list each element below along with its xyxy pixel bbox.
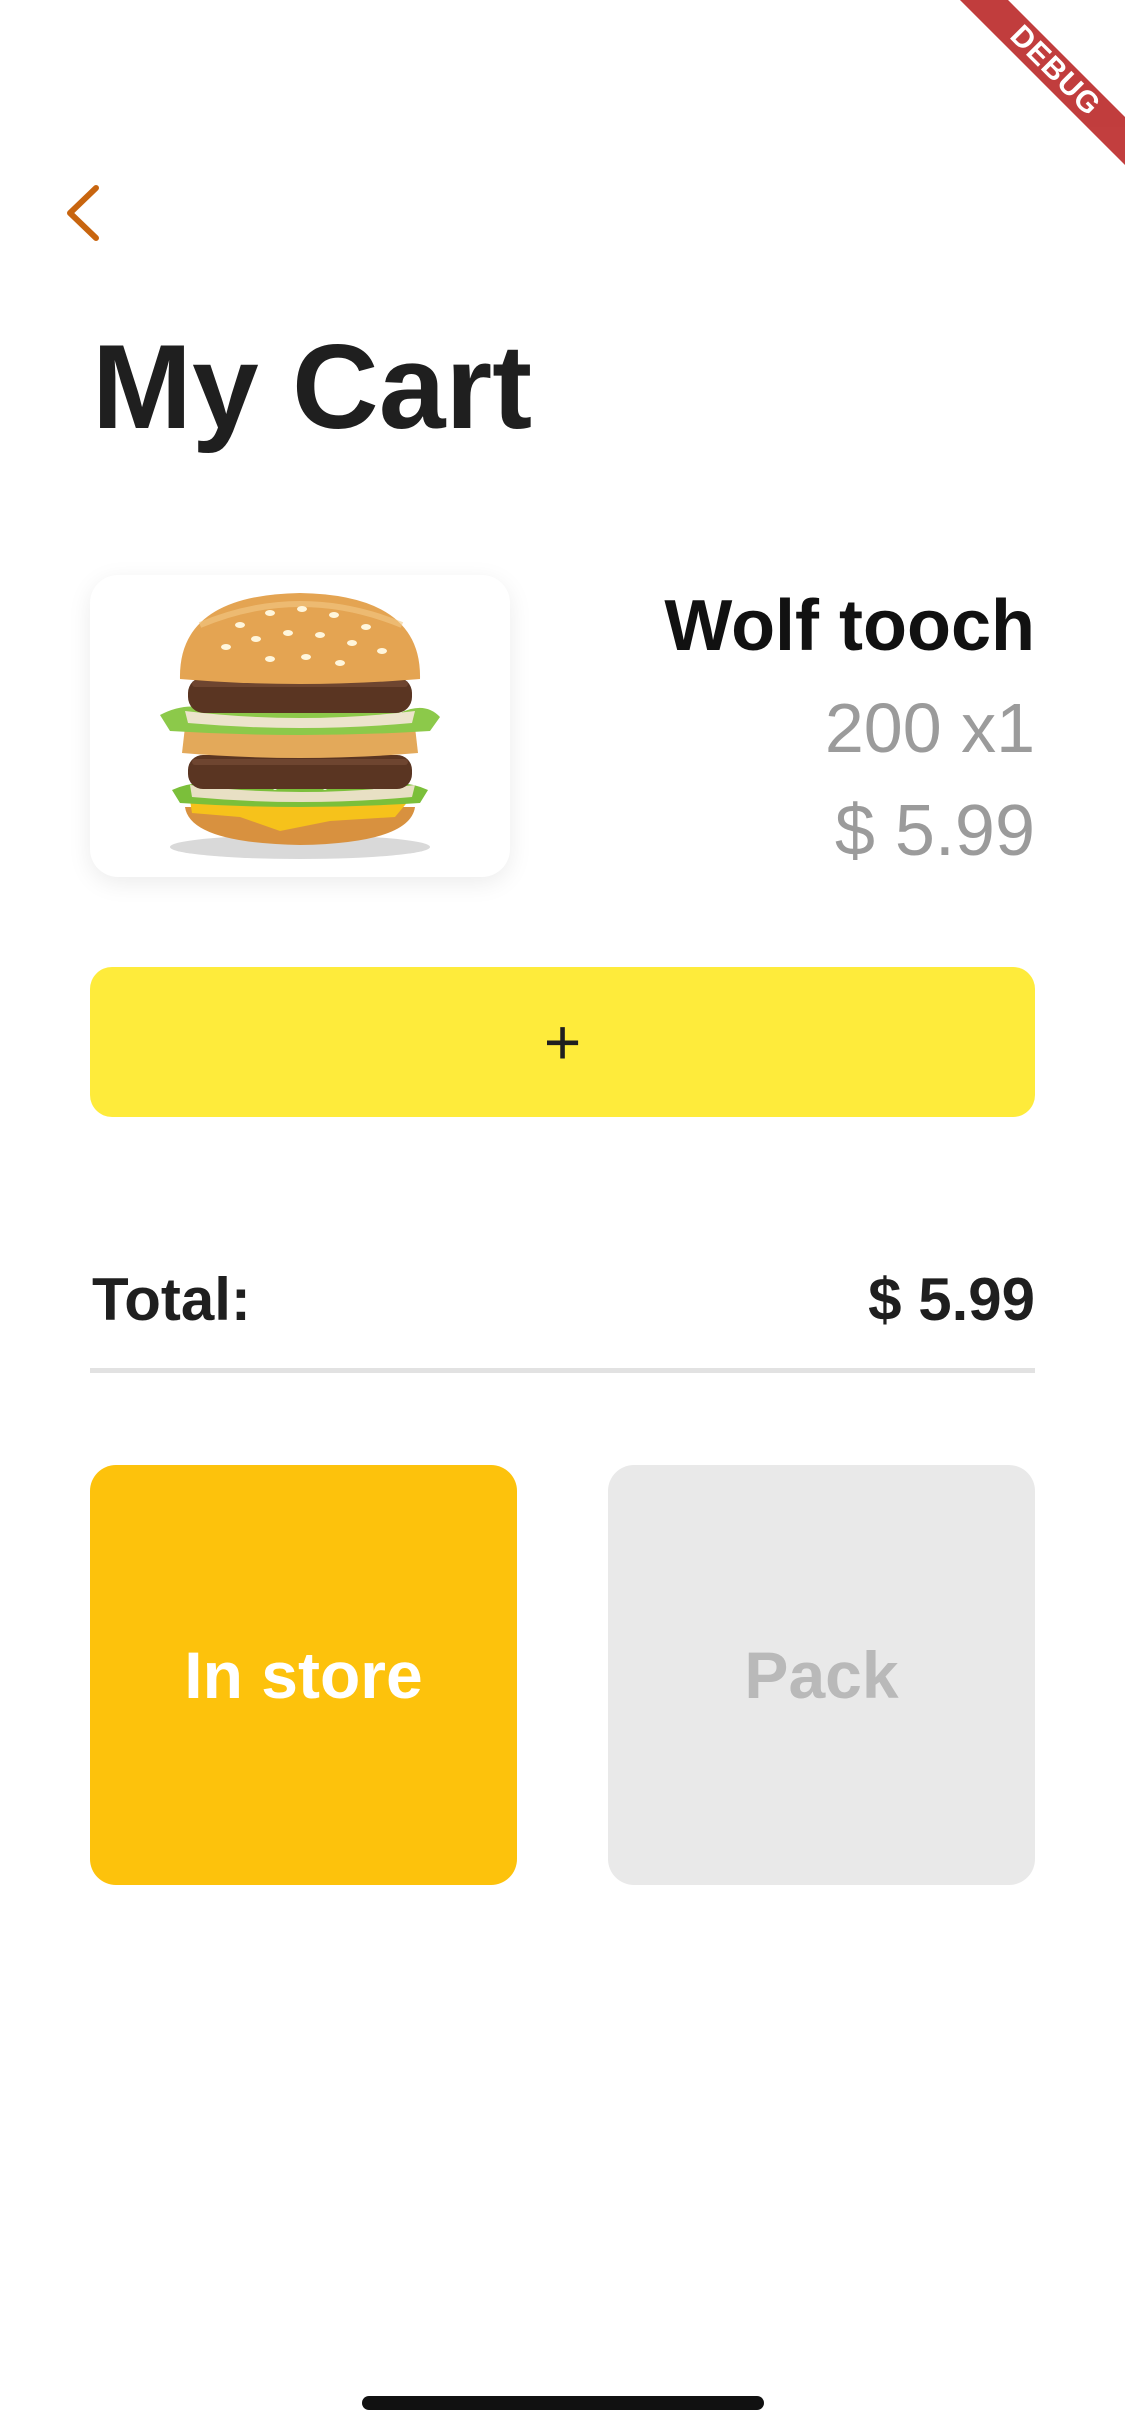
- debug-banner: DEBUG: [925, 0, 1125, 200]
- divider: [90, 1368, 1035, 1373]
- chevron-left-icon: [67, 185, 99, 241]
- cart-item-price: $ 5.99: [834, 791, 1035, 871]
- debug-ribbon-label: DEBUG: [951, 0, 1125, 175]
- home-indicator: [362, 2396, 764, 2410]
- burger-image: [160, 593, 440, 859]
- pack-option-button[interactable]: Pack: [608, 1465, 1035, 1885]
- cart-item-name: Wolf tooch: [664, 586, 1035, 666]
- add-item-button[interactable]: +: [90, 967, 1035, 1117]
- cart-item-quantity: 200 x1: [824, 689, 1035, 767]
- plus-icon: +: [543, 1006, 582, 1078]
- cart-item-image-card: [90, 575, 510, 877]
- back-button[interactable]: [52, 180, 118, 246]
- page-title: My Cart: [92, 320, 533, 454]
- total-label: Total:: [92, 1266, 251, 1333]
- in-store-option-button[interactable]: In store: [90, 1465, 517, 1885]
- total-value: $ 5.99: [868, 1266, 1035, 1333]
- pack-option-label: Pack: [744, 1638, 899, 1712]
- in-store-option-label: In store: [184, 1638, 423, 1712]
